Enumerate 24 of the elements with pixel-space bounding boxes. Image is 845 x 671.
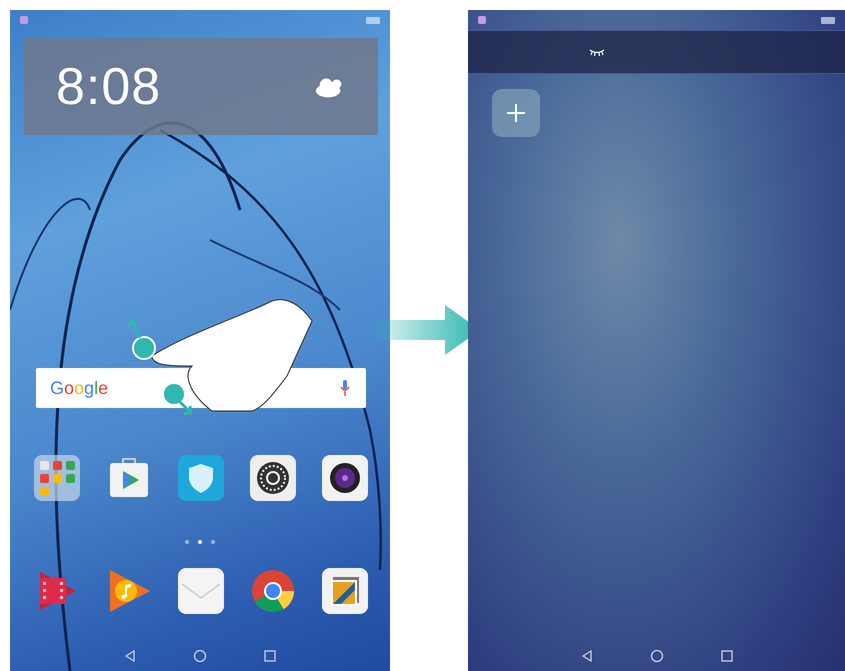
notification-icon: [20, 16, 28, 24]
battery-icon: [821, 16, 835, 24]
plus-icon: [506, 103, 526, 123]
clock-weather-widget[interactable]: 8:08: [24, 38, 378, 135]
settings-icon[interactable]: [250, 455, 296, 501]
back-icon[interactable]: [123, 649, 137, 663]
add-button[interactable]: [492, 89, 540, 137]
gallery-icon[interactable]: [322, 568, 368, 614]
back-icon[interactable]: [580, 649, 594, 663]
closed-eye-icon: [588, 48, 604, 56]
clock-time: 8:08: [56, 56, 162, 116]
battery-icon: [366, 16, 380, 24]
browser-icon[interactable]: [250, 568, 296, 614]
microphone-icon[interactable]: [340, 380, 350, 396]
app-folder-icon[interactable]: [34, 455, 80, 501]
home-icon[interactable]: [650, 649, 664, 663]
camera-icon[interactable]: [322, 455, 368, 501]
shield-icon[interactable]: [178, 455, 224, 501]
google-logo: Google: [50, 378, 108, 398]
envelope-icon[interactable]: [178, 568, 224, 614]
notification-icon: [478, 16, 486, 24]
recent-apps-icon[interactable]: [263, 649, 277, 663]
recent-apps-icon[interactable]: [720, 649, 734, 663]
home-icon[interactable]: [193, 649, 207, 663]
